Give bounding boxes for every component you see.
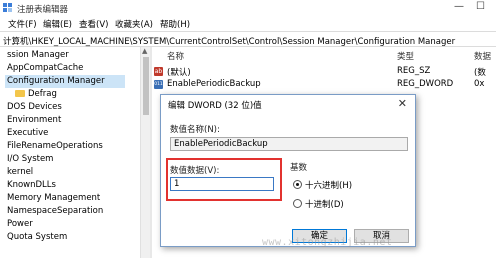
tree-item-label: Configuration Manager (7, 76, 105, 86)
scroll-up-icon[interactable]: ▲ (142, 47, 147, 55)
value-type: REG_SZ (397, 66, 431, 76)
tree-item[interactable]: NamespaceSeparation (7, 205, 103, 218)
tree-item-label: Executive (7, 128, 49, 138)
value-data-label: 数值数据(V): (170, 166, 220, 176)
scrollbar-thumb[interactable] (143, 57, 149, 115)
address-path[interactable]: 计算机\HKEY_LOCAL_MACHINE\SYSTEM\CurrentCon… (3, 35, 455, 47)
tree-item[interactable]: kernel (7, 166, 33, 179)
watermark: www.xitongzhijia.net (262, 237, 393, 248)
value-type: REG_DWORD (397, 79, 454, 89)
tree-item[interactable]: Executive (7, 127, 48, 140)
menu-help[interactable]: 帮助(H) (160, 18, 190, 30)
menu-edit[interactable]: 编辑(E) (43, 18, 72, 30)
tree-item-label: DOS Devices (7, 102, 62, 112)
tree-item[interactable]: ssion Manager (7, 49, 69, 62)
menu-favorites[interactable]: 收藏夹(A) (115, 18, 153, 30)
tree-scrollbar[interactable]: ▲ (140, 47, 150, 258)
column-header-data[interactable]: 数据 (474, 50, 491, 62)
tree-item-label: kernel (7, 167, 34, 177)
tree-item[interactable]: I/O System (7, 153, 53, 166)
value-data: (数 (474, 68, 486, 78)
tree-item-label: Memory Management (7, 193, 101, 203)
tree-item[interactable]: DOS Devices (7, 101, 62, 114)
tree-item[interactable]: Defrag (15, 88, 57, 101)
menu-bar: 文件(F) 编辑(E) 查看(V) 收藏夹(A) 帮助(H) (0, 16, 496, 31)
binary-value-icon: 011 (154, 80, 163, 89)
tree-item[interactable]: Power (7, 218, 33, 231)
dialog-title: 编辑 DWORD (32 位)值 (168, 101, 262, 111)
title-bar: 注册表编辑器 — ☐ (0, 0, 496, 16)
edit-dword-dialog: 编辑 DWORD (32 位)值 ✕ 数值名称(N): EnablePeriod… (160, 94, 416, 247)
value-data-field[interactable]: 1 (170, 177, 274, 191)
column-header-name[interactable]: 名称 (167, 50, 184, 62)
tree-item-label: FileRenameOperations (7, 141, 103, 151)
tree-item-label: Defrag (28, 89, 57, 99)
tree-item-label: AppCompatCache (7, 63, 84, 73)
tree-item-label: Quota System (7, 232, 68, 242)
registry-tree[interactable]: ssion Manager AppCompatCache Configurati… (0, 47, 140, 258)
window-title: 注册表编辑器 (17, 5, 69, 15)
tree-item-selected[interactable]: Configuration Manager (5, 75, 125, 88)
tree-item[interactable]: Environment (7, 114, 61, 127)
tree-item[interactable]: Memory Management (7, 192, 100, 205)
tree-item[interactable]: FileRenameOperations (7, 140, 103, 153)
tree-item-label: ssion Manager (7, 50, 69, 60)
value-row[interactable]: ab (默认) REG_SZ (数 (152, 65, 496, 78)
tree-item[interactable]: Quota System (7, 231, 67, 244)
radio-checked-icon[interactable] (293, 180, 302, 189)
registry-editor-icon (3, 3, 12, 12)
dialog-title-bar: 编辑 DWORD (32 位)值 ✕ (161, 95, 415, 113)
value-row[interactable]: 011 EnablePeriodicBackup REG_DWORD 0x (152, 78, 496, 91)
tree-item-label: KnownDLLs (7, 180, 56, 190)
tree-item[interactable]: KnownDLLs (7, 179, 56, 192)
tree-item-label: NamespaceSeparation (7, 206, 104, 216)
tree-item[interactable]: AppCompatCache (7, 62, 83, 75)
menu-file[interactable]: 文件(F) (8, 18, 37, 30)
radio-hex-label: 十六进制(H) (305, 181, 353, 191)
radio-unchecked-icon[interactable] (293, 199, 302, 208)
tree-item-label: Environment (7, 115, 62, 125)
string-value-icon: ab (154, 67, 163, 76)
radio-hex[interactable]: 十六进制(H) (293, 179, 352, 191)
tree-item-label: Power (7, 219, 33, 229)
menu-view[interactable]: 查看(V) (79, 18, 108, 30)
minimize-button[interactable]: — (454, 1, 464, 12)
folder-icon (15, 90, 25, 97)
close-icon[interactable]: ✕ (398, 97, 407, 110)
value-name: (默认) (167, 68, 191, 78)
tree-item-label: I/O System (7, 154, 54, 164)
maximize-button[interactable]: ☐ (476, 1, 485, 12)
value-data: 0x (474, 79, 485, 89)
radio-dec-label: 十进制(D) (305, 200, 344, 210)
value-name-label: 数值名称(N): (170, 125, 220, 135)
value-name-field[interactable]: EnablePeriodicBackup (170, 137, 408, 151)
column-header-type[interactable]: 类型 (397, 50, 414, 62)
value-name: EnablePeriodicBackup (167, 79, 261, 89)
radio-dec[interactable]: 十进制(D) (293, 198, 344, 210)
base-group: 十六进制(H) 十进制(D) (290, 171, 410, 213)
address-bar[interactable]: 计算机\HKEY_LOCAL_MACHINE\SYSTEM\CurrentCon… (0, 31, 496, 47)
